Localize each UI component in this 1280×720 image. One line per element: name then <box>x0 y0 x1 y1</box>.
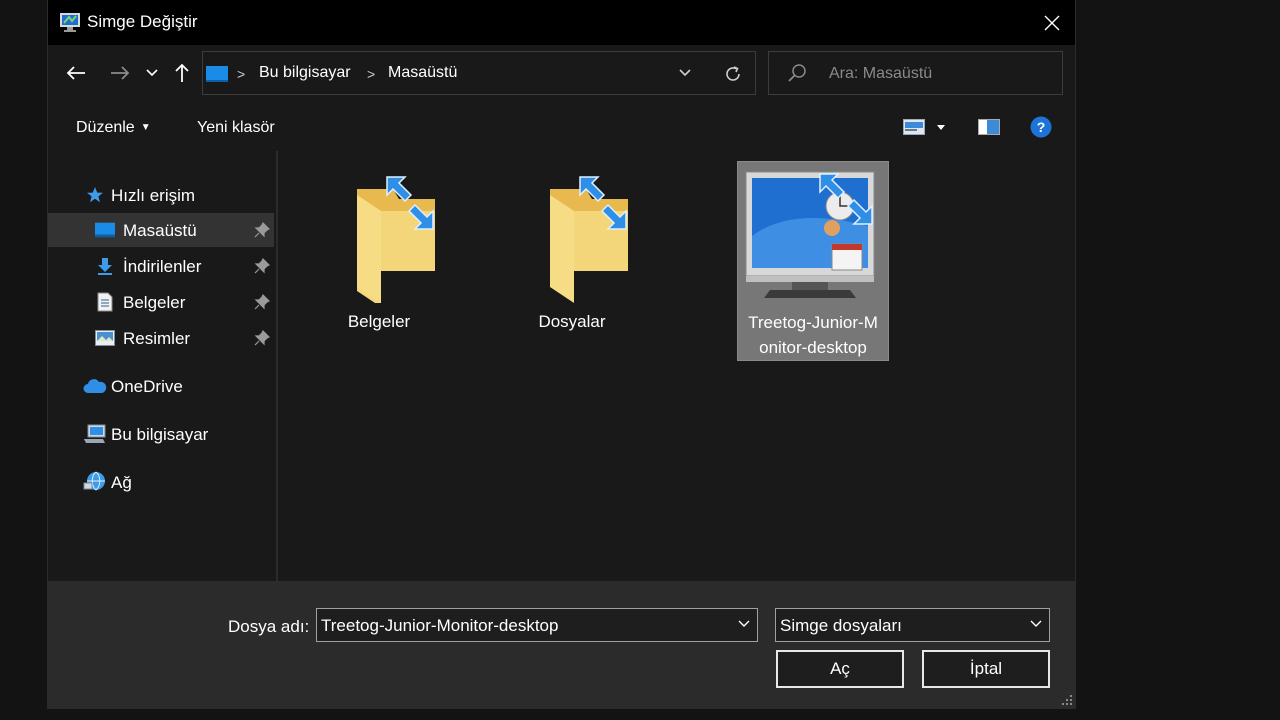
organize-label: Düzenle <box>76 119 135 136</box>
search-input[interactable] <box>827 62 1051 86</box>
filename-value: Treetog-Junior-Monitor-desktop <box>321 616 559 635</box>
breadcrumb-separator: > <box>367 66 376 82</box>
sidebar-item-label: Ağ <box>111 473 132 492</box>
file-item-dosyalar[interactable]: Dosyalar <box>496 161 648 361</box>
desktop-icon <box>206 66 228 82</box>
title-bar: Simge Değiştir <box>48 0 1075 45</box>
chevron-down-icon <box>738 620 750 627</box>
view-options-icon <box>903 119 925 135</box>
star-icon <box>85 186 105 204</box>
navigation-pane: Hızlı erişim Masaüstü İndirilenler Belge… <box>48 151 278 581</box>
chevron-down-icon <box>1030 620 1042 627</box>
file-item-monitor-desktop[interactable]: Treetog-Junior-M onitor-desktop <box>737 161 889 361</box>
recent-locations-button[interactable] <box>140 59 164 87</box>
computer-icon <box>83 424 107 443</box>
cloud-icon <box>83 377 107 395</box>
dialog-footer: Dosya adı: Treetog-Junior-Monitor-deskto… <box>48 581 1075 708</box>
sidebar-item-label: Resimler <box>123 329 191 348</box>
sidebar-item-pictures[interactable]: Resimler <box>48 321 274 355</box>
caret-down-icon <box>937 124 945 130</box>
organize-menu-button[interactable]: Düzenle ▼ <box>76 119 151 137</box>
file-item-label-line2: onitor-desktop <box>759 338 867 357</box>
preview-pane-icon <box>978 119 1000 135</box>
arrow-right-icon <box>111 66 130 80</box>
help-icon: ? <box>1030 116 1052 138</box>
sidebar-item-desktop[interactable]: Masaüstü <box>48 213 274 247</box>
monitor-app-icon <box>60 13 80 32</box>
sidebar-item-network[interactable]: Ağ <box>48 465 274 499</box>
sidebar-item-downloads[interactable]: İndirilenler <box>48 249 274 283</box>
help-glyph: ? <box>1037 119 1046 135</box>
sidebar-item-label: Belgeler <box>123 293 186 312</box>
caret-down-icon: ▼ <box>140 122 151 133</box>
preview-pane-button[interactable] <box>978 115 1000 139</box>
breadcrumb-separator: > <box>237 66 246 82</box>
help-button[interactable]: ? <box>1030 115 1052 139</box>
change-view-button[interactable] <box>903 115 945 139</box>
filetype-value: Simge dosyaları <box>780 616 902 635</box>
pin-icon <box>254 258 270 274</box>
file-list: Belgeler Dosyalar Treetog-Junior-M onito… <box>278 151 1075 581</box>
address-bar[interactable]: > Bu bilgisayar > Masaüstü <box>202 51 756 95</box>
sidebar-item-label: Bu bilgisayar <box>111 425 209 444</box>
close-icon <box>1044 15 1060 30</box>
folder-shortcut-icon <box>357 176 435 303</box>
sidebar-item-label: Hızlı erişim <box>111 186 196 205</box>
chevron-down-icon <box>146 69 158 77</box>
network-icon <box>83 471 107 491</box>
filename-label: Dosya adı: <box>228 617 310 636</box>
arrow-left-icon <box>66 66 85 80</box>
pin-icon <box>254 294 270 310</box>
file-item-label: Dosyalar <box>538 312 606 331</box>
sidebar-item-quick-access[interactable]: Hızlı erişim <box>48 178 274 212</box>
sidebar-item-onedrive[interactable]: OneDrive <box>48 369 274 403</box>
file-item-belgeler[interactable]: Belgeler <box>303 161 455 361</box>
cancel-button[interactable]: İptal <box>922 650 1050 688</box>
pin-icon <box>254 330 270 346</box>
close-button[interactable] <box>1029 0 1075 45</box>
breadcrumb-this-pc[interactable]: Bu bilgisayar <box>259 64 351 82</box>
desktop-icon <box>95 221 115 239</box>
sidebar-item-label: OneDrive <box>111 377 183 396</box>
picture-icon <box>95 329 115 347</box>
breadcrumb-desktop[interactable]: Masaüstü <box>388 64 457 82</box>
change-icon-dialog: Simge Değiştir > Bu bilgisayar > Masaüst… <box>48 0 1075 708</box>
filetype-select[interactable]: Simge dosyaları <box>775 608 1050 642</box>
sidebar-item-this-pc[interactable]: Bu bilgisayar <box>48 417 274 451</box>
command-toolbar: Düzenle ▼ Yeni klasör ? <box>48 103 1075 151</box>
sidebar-item-label: İndirilenler <box>123 257 202 276</box>
chevron-down-icon <box>679 69 691 77</box>
pin-icon <box>254 222 270 238</box>
folder-shortcut-icon <box>550 176 628 303</box>
back-button[interactable] <box>62 59 90 87</box>
sidebar-item-label: Masaüstü <box>123 221 197 240</box>
filename-field[interactable]: Treetog-Junior-Monitor-desktop <box>316 608 758 642</box>
monitor-icon-file <box>745 171 875 298</box>
file-item-label: Belgeler <box>347 312 411 331</box>
new-folder-button[interactable]: Yeni klasör <box>197 119 275 137</box>
document-icon <box>95 292 115 312</box>
address-history-button[interactable] <box>675 63 695 83</box>
navigation-bar: > Bu bilgisayar > Masaüstü <box>48 45 1075 103</box>
arrow-up-icon <box>175 63 189 82</box>
file-item-label-line1: Treetog-Junior-M <box>748 313 878 332</box>
window-title: Simge Değiştir <box>87 12 198 31</box>
search-box <box>768 51 1063 95</box>
refresh-button[interactable] <box>721 62 745 86</box>
up-button[interactable] <box>168 59 196 87</box>
resize-grip-icon[interactable] <box>1061 694 1073 706</box>
forward-button[interactable] <box>106 59 134 87</box>
refresh-icon <box>726 66 740 81</box>
open-button[interactable]: Aç <box>776 650 904 688</box>
download-icon <box>95 257 115 275</box>
sidebar-item-documents[interactable]: Belgeler <box>48 285 274 319</box>
file-item-label: Treetog-Junior-M onitor-desktop <box>738 310 888 360</box>
search-icon <box>788 64 806 82</box>
